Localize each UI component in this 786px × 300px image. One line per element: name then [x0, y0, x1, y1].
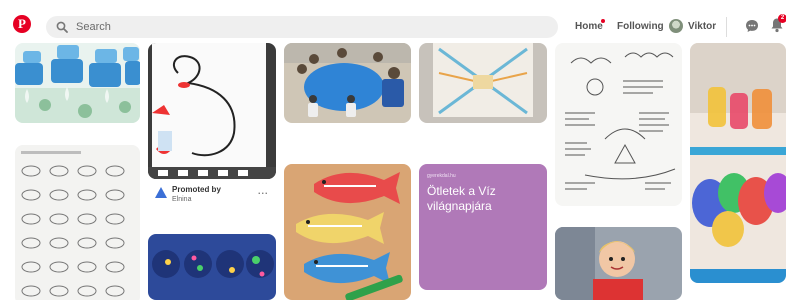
top-navigation-bar: P Home Following Viktor 2: [0, 0, 786, 42]
pin-colored-water-jars[interactable]: [690, 43, 786, 283]
advertiser-name[interactable]: Elnina: [172, 196, 191, 203]
pin-boy-photo[interactable]: [555, 227, 682, 300]
nav-following-link[interactable]: Following: [617, 21, 664, 32]
pin-origami-chart[interactable]: [419, 43, 547, 123]
nav-home-link[interactable]: Home: [575, 21, 603, 32]
nav-user-link[interactable]: Viktor: [688, 21, 716, 32]
pin-image: [284, 164, 411, 300]
pin-image: [690, 43, 786, 283]
pin-egg-carton[interactable]: [148, 234, 276, 300]
home-notification-dot: [601, 19, 605, 23]
pin-parachute-game[interactable]: [284, 43, 411, 123]
search-input[interactable]: [76, 21, 496, 33]
pin-image: [555, 227, 682, 300]
promoted-pin-info[interactable]: Promoted by Elnina ...: [150, 182, 276, 210]
source-label: gyerekdal.hu: [427, 173, 456, 179]
pin-image: [284, 43, 411, 123]
search-icon: [56, 21, 68, 33]
search-bar[interactable]: [46, 16, 558, 38]
pinterest-logo-icon[interactable]: P: [13, 15, 31, 33]
notification-badge: 2: [778, 14, 786, 23]
pin-blue-bottle-caps[interactable]: [15, 43, 140, 123]
pin-water-day-ideas[interactable]: gyerekdal.hu Ötletek a Víz világnapjára: [419, 164, 547, 290]
promoted-label: Promoted by: [172, 185, 221, 194]
pin-image: [148, 43, 276, 179]
advertiser-logo-icon: [155, 187, 167, 198]
pin-image: [148, 234, 276, 300]
more-options-button[interactable]: ...: [258, 186, 269, 196]
pin-image: [555, 43, 682, 206]
pin-drawing-board[interactable]: [148, 43, 276, 179]
pin-image: [15, 43, 140, 123]
user-avatar[interactable]: [669, 19, 683, 33]
pin-fish-toys[interactable]: [284, 164, 411, 300]
pin-title: Ötletek a Víz világnapjára: [427, 184, 496, 213]
pin-image: [15, 145, 140, 300]
pin-water-cycle-worksheet[interactable]: [555, 43, 682, 206]
nav-divider: [726, 17, 727, 37]
pin-fish-worksheet[interactable]: [15, 145, 140, 300]
pin-image: [419, 43, 547, 123]
chat-icon[interactable]: [744, 18, 760, 34]
pinterest-home-feed: P Home Following Viktor 2: [0, 0, 786, 300]
